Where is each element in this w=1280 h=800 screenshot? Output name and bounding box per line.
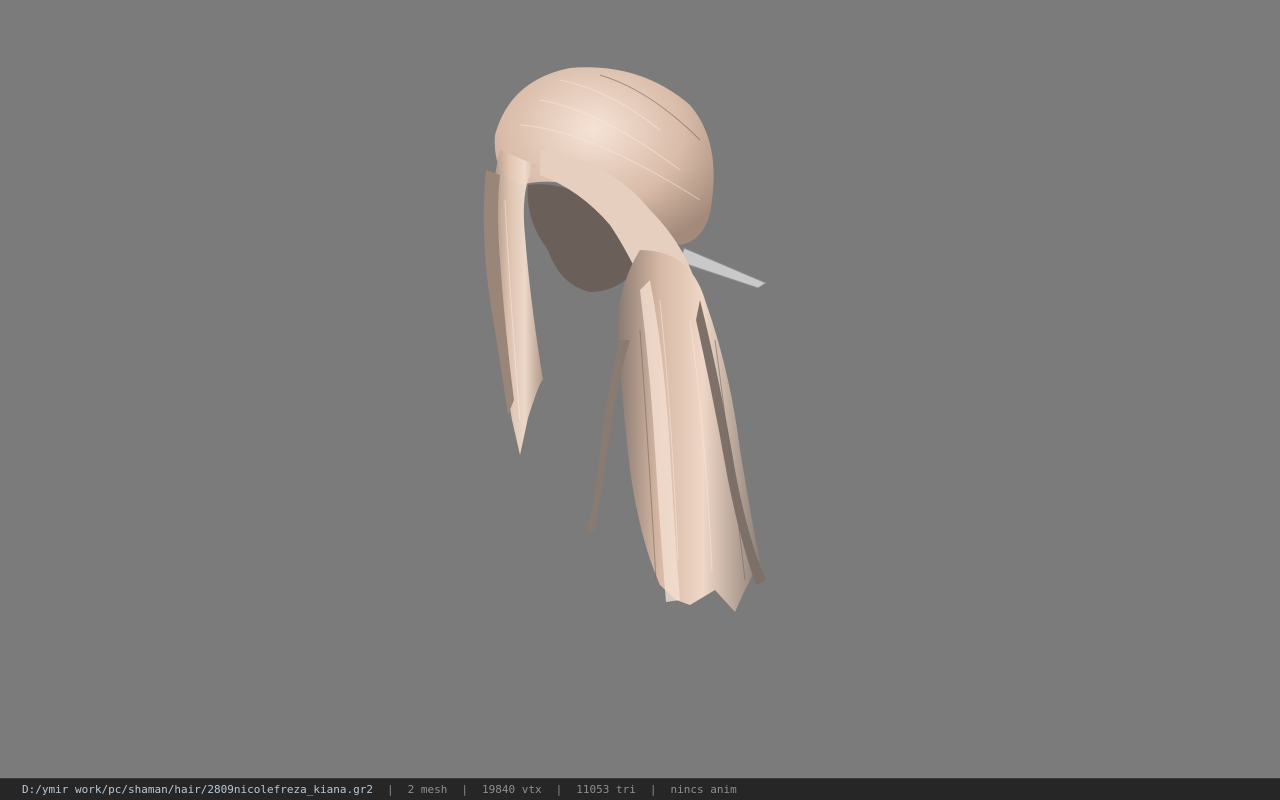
triangle-count: 11053 tri: [576, 783, 636, 796]
file-path: D:/ymir work/pc/shaman/hair/2809nicolefr…: [22, 783, 373, 796]
anim-status: nincs anim: [670, 783, 737, 796]
3d-viewport[interactable]: [0, 0, 1280, 778]
status-bar: D:/ymir work/pc/shaman/hair/2809nicolefr…: [0, 778, 1280, 800]
mesh-count: 2 mesh: [407, 783, 448, 796]
separator: |: [555, 783, 563, 796]
vertex-count: 19840 vtx: [482, 783, 542, 796]
separator: |: [461, 783, 468, 796]
hair-model-icon: [483, 67, 768, 612]
separator: |: [649, 783, 657, 796]
separator: |: [387, 783, 394, 796]
